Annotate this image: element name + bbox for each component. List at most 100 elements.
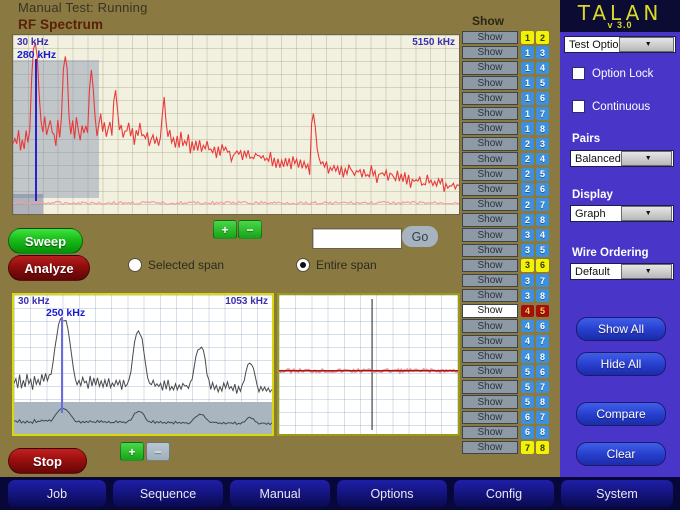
nav-item-job[interactable]: Job [8,480,106,507]
show-pair-button[interactable]: Show [462,244,518,257]
table-row[interactable]: Show12 [462,30,554,45]
zoomed-cursor-line[interactable] [61,317,63,413]
table-row[interactable]: Show14 [462,60,554,75]
pair-wire-badge[interactable]: 8 [536,122,549,135]
pair-wire-badge[interactable]: 6 [536,365,549,378]
show-pair-button[interactable]: Show [462,92,518,105]
pair-wire-badge[interactable]: 4 [521,305,534,318]
show-pair-button[interactable]: Show [462,259,518,272]
table-row[interactable]: Show26 [462,182,554,197]
table-row[interactable]: Show36 [462,258,554,273]
table-row[interactable]: Show28 [462,212,554,227]
pair-wire-badge[interactable]: 4 [521,350,534,363]
pair-wire-badge[interactable]: 5 [521,365,534,378]
pair-wire-badge[interactable]: 8 [536,350,549,363]
zoom-out-button[interactable]: − [238,220,262,239]
show-pair-button[interactable]: Show [462,213,518,226]
show-pair-button[interactable]: Show [462,441,518,454]
table-row[interactable]: Show15 [462,76,554,91]
pair-wire-badge[interactable]: 7 [536,335,549,348]
pair-wire-badge[interactable]: 7 [521,441,534,454]
show-pair-button[interactable]: Show [462,31,518,44]
table-row[interactable]: Show68 [462,425,554,440]
table-row[interactable]: Show16 [462,91,554,106]
pair-wire-badge[interactable]: 7 [536,381,549,394]
pair-wire-badge[interactable]: 2 [536,31,549,44]
radio-entire-span[interactable]: Entire span [296,258,377,272]
pair-wire-badge[interactable]: 5 [536,168,549,181]
pair-wire-badge[interactable]: 3 [521,229,534,242]
nav-item-options[interactable]: Options [337,480,447,507]
show-pair-button[interactable]: Show [462,304,518,317]
pair-wire-badge[interactable]: 7 [536,411,549,424]
nav-item-system[interactable]: System [561,480,673,507]
table-row[interactable]: Show25 [462,167,554,182]
pair-wire-badge[interactable]: 3 [521,274,534,287]
pair-wire-badge[interactable]: 5 [536,305,549,318]
option-lock-checkbox[interactable]: Option Lock [572,67,653,80]
compare-button[interactable]: Compare [576,402,666,426]
show-pair-button[interactable]: Show [462,228,518,241]
pair-wire-badge[interactable]: 3 [521,244,534,257]
pair-wire-badge[interactable]: 6 [536,320,549,333]
pair-wire-badge[interactable]: 1 [521,77,534,90]
show-all-button[interactable]: Show All [576,317,666,341]
show-pair-button[interactable]: Show [462,198,518,211]
pair-wire-badge[interactable]: 6 [521,426,534,439]
pair-wire-badge[interactable]: 3 [521,259,534,272]
table-row[interactable]: Show58 [462,395,554,410]
nav-item-config[interactable]: Config [454,480,554,507]
pair-wire-badge[interactable]: 7 [536,198,549,211]
stop-button[interactable]: Stop [8,448,87,474]
test-options-select[interactable]: Test Options ▼ [564,36,676,53]
pair-wire-badge[interactable]: 1 [521,107,534,120]
pair-wire-badge[interactable]: 2 [521,214,534,227]
pair-wire-badge[interactable]: 2 [521,138,534,151]
pair-wire-badge[interactable]: 1 [521,62,534,75]
pair-wire-badge[interactable]: 5 [521,381,534,394]
table-row[interactable]: Show23 [462,136,554,151]
pair-wire-badge[interactable]: 3 [521,289,534,302]
show-pair-button[interactable]: Show [462,350,518,363]
pair-wire-badge[interactable]: 2 [521,183,534,196]
pair-wire-badge[interactable]: 5 [536,77,549,90]
show-pair-button[interactable]: Show [462,46,518,59]
detail-plot[interactable] [277,293,460,436]
pair-wire-badge[interactable]: 2 [521,198,534,211]
show-pair-button[interactable]: Show [462,411,518,424]
display-select[interactable]: Graph ▼ [570,205,674,222]
table-row[interactable]: Show57 [462,379,554,394]
show-pair-button[interactable]: Show [462,168,518,181]
table-row[interactable]: Show48 [462,349,554,364]
pair-wire-badge[interactable]: 6 [536,259,549,272]
table-row[interactable]: Show35 [462,243,554,258]
frequency-input[interactable] [312,228,402,249]
pair-wire-badge[interactable]: 6 [536,183,549,196]
show-pair-button[interactable]: Show [462,76,518,89]
pair-wire-badge[interactable]: 5 [536,244,549,257]
table-row[interactable]: Show56 [462,364,554,379]
pair-wire-badge[interactable]: 8 [536,289,549,302]
pair-wire-badge[interactable]: 1 [521,92,534,105]
pair-wire-badge[interactable]: 8 [536,214,549,227]
pair-wire-badge[interactable]: 1 [521,122,534,135]
analyze-button[interactable]: Analyze [8,255,90,281]
table-row[interactable]: Show34 [462,227,554,242]
clear-button[interactable]: Clear [576,442,666,466]
table-row[interactable]: Show67 [462,410,554,425]
chevron-down-icon[interactable]: ▼ [621,206,673,221]
table-row[interactable]: Show38 [462,288,554,303]
show-pair-button[interactable]: Show [462,122,518,135]
chevron-down-icon[interactable]: ▼ [621,151,673,166]
show-pair-button[interactable]: Show [462,335,518,348]
show-pair-button[interactable]: Show [462,319,518,332]
table-row[interactable]: Show13 [462,45,554,60]
table-row[interactable]: Show45 [462,303,554,318]
pair-wire-badge[interactable]: 8 [536,426,549,439]
pairs-select[interactable]: Balanced pairs ▼ [570,150,674,167]
chevron-down-icon[interactable]: ▼ [619,37,675,52]
show-pair-button[interactable]: Show [462,61,518,74]
pair-wire-badge[interactable]: 4 [536,62,549,75]
pair-wire-badge[interactable]: 5 [521,396,534,409]
pair-wire-badge[interactable]: 2 [521,153,534,166]
